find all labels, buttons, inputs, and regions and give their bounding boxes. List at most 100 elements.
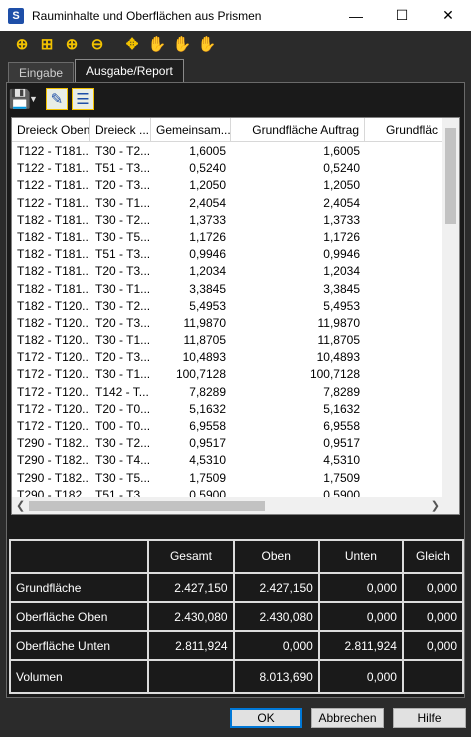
tab-eingabe[interactable]: Eingabe — [8, 62, 75, 82]
column-header[interactable]: Gemeinsam... — [151, 118, 231, 142]
ok-button[interactable]: OK — [230, 708, 302, 728]
column-header[interactable]: Dreieck ... — [90, 118, 151, 142]
maximize-button[interactable]: ☐ — [379, 0, 425, 31]
table-cell: 10,4893 — [316, 350, 360, 365]
table-row[interactable]: T182 - T120... T20 - T3... 11,9870 11,9870 — [12, 315, 444, 332]
table-row[interactable]: T172 - T120... T00 - T0... 6,9558 6,9558 — [12, 418, 444, 435]
table-row[interactable]: T182 - T181... T20 - T3... 1,2034 1,2034 — [12, 263, 444, 280]
table-cell: 7,8289 — [323, 384, 360, 399]
rotate-left-icon[interactable]: ✋ — [147, 34, 167, 54]
view-toolbar: ⊕ ⊞ ⊕ ⊖ ✥ ✋ ✋ ✋ — [0, 31, 471, 57]
table-row[interactable]: T122 - T181... T51 - T3... 0,5240 0,5240 — [12, 160, 444, 177]
summary-row-label: Oberfläche Unten — [8, 630, 150, 661]
report-icon[interactable]: ☰ — [71, 88, 94, 110]
table-row[interactable]: T122 - T181... T30 - T2... 1,6005 1,6005 — [12, 143, 444, 160]
table-cell: T20 - T3... — [95, 264, 151, 279]
summary-cell: 0,000 — [317, 659, 404, 694]
cancel-button[interactable]: Abbrechen — [311, 708, 384, 728]
table-cell: 5,4953 — [323, 298, 360, 313]
table-cell: T51 - T3... — [95, 161, 151, 176]
minimize-button[interactable]: — — [333, 0, 379, 31]
table-cell: 0,9946 — [189, 247, 226, 262]
pan-icon[interactable]: ✥ — [122, 34, 142, 54]
table-cell: 1,2050 — [189, 178, 226, 193]
rotate-free-icon[interactable]: ✋ — [197, 34, 217, 54]
table-cell: T182 - T120... — [17, 333, 90, 348]
table-row[interactable]: T290 - T182... T30 - T4... 4,5310 4,5310 — [12, 452, 444, 469]
table-row[interactable]: T182 - T181... T30 - T1... 3,3845 3,3845 — [12, 281, 444, 298]
prism-data-grid[interactable]: Dreieck Oben Dreieck ... Gemeinsam... Gr… — [11, 117, 460, 515]
table-cell: 100,7128 — [309, 367, 360, 382]
summary-header-empty — [8, 539, 150, 574]
table-cell: T290 - T182... — [17, 470, 90, 485]
summary-cell — [147, 659, 235, 694]
table-row[interactable]: T182 - T181... T30 - T2... 1,3733 1,3733 — [12, 212, 444, 229]
edit-report-icon[interactable]: ✎ — [45, 88, 68, 110]
scroll-thumb[interactable] — [29, 501, 265, 511]
table-cell: T30 - T4... — [95, 453, 151, 468]
scroll-thumb[interactable] — [445, 128, 456, 224]
column-header[interactable]: Grundfläche Auftrag — [231, 118, 365, 142]
table-row[interactable]: T172 - T120... T20 - T3... 10,4893 10,4893 — [12, 349, 444, 366]
button-bar: OK Abbrechen Hilfe — [0, 698, 471, 737]
table-cell: T30 - T1... — [95, 367, 151, 382]
summary-header: Unten — [317, 539, 404, 574]
table-cell: 11,9870 — [317, 315, 361, 330]
zoom-out-icon[interactable]: ⊖ — [87, 34, 107, 54]
chevron-down-icon[interactable]: ▼ — [29, 94, 38, 104]
vertical-scrollbar[interactable] — [442, 118, 459, 499]
table-cell: T122 - T181... — [17, 161, 90, 176]
scrollbar-corner — [442, 497, 459, 514]
zoom-fit-icon[interactable]: ⊕ — [12, 34, 32, 54]
summary-cell: 0,000 — [232, 630, 320, 661]
summary-cell: 0,000 — [401, 572, 465, 603]
tab-ausgabe-report[interactable]: Ausgabe/Report — [75, 59, 184, 82]
close-button[interactable]: ✕ — [425, 0, 471, 31]
table-row[interactable]: T122 - T181... T30 - T1... 2,4054 2,4054 — [12, 195, 444, 212]
table-cell: 11,8705 — [317, 333, 361, 348]
table-cell: 0,9517 — [189, 436, 226, 451]
column-header[interactable]: Grundfläc — [365, 118, 444, 142]
table-cell: 0,9946 — [323, 247, 360, 262]
table-row[interactable]: T182 - T120... T30 - T1... 11,8705 11,8705 — [12, 332, 444, 349]
table-cell: T172 - T120... — [17, 367, 90, 382]
window-title: Rauminhalte und Oberflächen aus Prismen — [32, 8, 262, 23]
zoom-in-icon[interactable]: ⊕ — [62, 34, 82, 54]
table-cell: T30 - T2... — [95, 144, 151, 158]
help-button[interactable]: Hilfe — [393, 708, 466, 728]
summary-row-label: Grundfläche — [8, 572, 150, 603]
rotate-right-icon[interactable]: ✋ — [172, 34, 192, 54]
table-cell: T182 - T181... — [17, 247, 90, 262]
table-cell: 1,7509 — [189, 470, 226, 485]
table-cell: T182 - T181... — [17, 281, 90, 296]
table-row[interactable]: T182 - T120... T30 - T2... 5,4953 5,4953 — [12, 298, 444, 315]
table-row[interactable]: T182 - T181... T30 - T5... 1,1726 1,1726 — [12, 229, 444, 246]
summary-cell: 0,000 — [401, 630, 465, 661]
table-cell: 7,8289 — [189, 384, 226, 399]
scroll-right-icon[interactable]: ❯ — [431, 499, 440, 512]
summary-header: Gleich — [401, 539, 465, 574]
summary-cell: 2.430,080 — [147, 601, 235, 632]
table-row[interactable]: T172 - T120... T142 - T... 7,8289 7,8289 — [12, 384, 444, 401]
summary-cell: 0,000 — [317, 601, 404, 632]
table-cell: 5,1632 — [189, 401, 226, 416]
table-row[interactable]: T172 - T120... T20 - T0... 5,1632 5,1632 — [12, 401, 444, 418]
table-row[interactable]: T182 - T181... T51 - T3... 0,9946 0,9946 — [12, 246, 444, 263]
table-cell: T182 - T120... — [17, 298, 90, 313]
table-row[interactable]: T290 - T182... T30 - T2... 0,9517 0,9517 — [12, 435, 444, 452]
horizontal-scrollbar[interactable]: ❮ ❯ — [12, 497, 444, 514]
minimize-icon: — — [349, 7, 363, 24]
column-header[interactable]: Dreieck Oben — [12, 118, 90, 142]
zoom-window-icon[interactable]: ⊞ — [37, 34, 57, 54]
table-cell: T182 - T181... — [17, 229, 90, 244]
table-row[interactable]: T122 - T181... T20 - T3... 1,2050 1,2050 — [12, 177, 444, 194]
scroll-left-icon[interactable]: ❮ — [16, 499, 25, 512]
table-row[interactable]: T172 - T120... T30 - T1... 100,7128 100,712… — [12, 366, 444, 383]
table-cell: 3,3845 — [323, 281, 360, 296]
table-cell: 6,9558 — [323, 419, 360, 433]
table-row[interactable]: T290 - T182... T30 - T5... 1,7509 1,7509 — [12, 470, 444, 487]
summary-cell: 2.811,924 — [317, 630, 404, 661]
save-icon[interactable]: 💾 — [9, 88, 31, 110]
table-cell: 1,7509 — [323, 470, 360, 485]
table-cell: T182 - T181... — [17, 212, 90, 227]
